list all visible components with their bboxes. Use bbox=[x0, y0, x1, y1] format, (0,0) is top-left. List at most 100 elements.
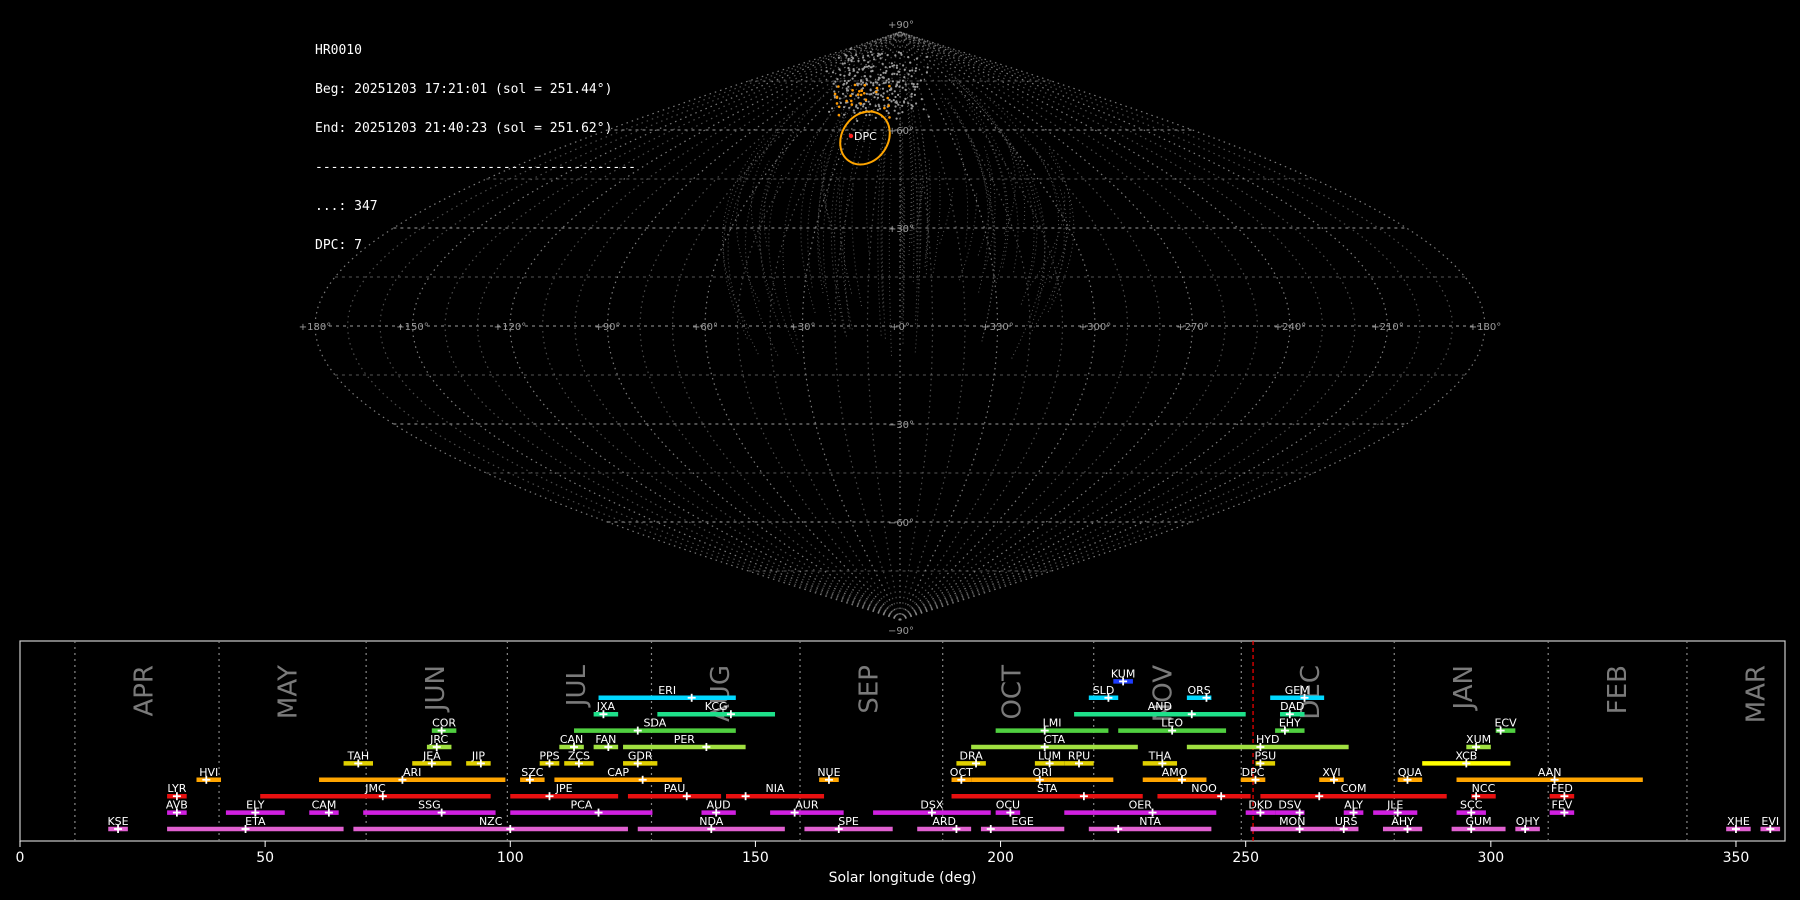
shower-code-label: DSV bbox=[1278, 799, 1301, 812]
longitude-label: +210° bbox=[1371, 322, 1403, 333]
shower-bar-group: SSG bbox=[363, 799, 496, 817]
shower-code-label: PER bbox=[674, 733, 696, 746]
shower-code-label: NTA bbox=[1139, 815, 1161, 828]
shower-code-label: NIA bbox=[766, 782, 785, 795]
radiant-point bbox=[894, 85, 898, 88]
radiant-track bbox=[901, 188, 903, 323]
shower-bar-group: DRA bbox=[956, 749, 986, 768]
radiant-point bbox=[857, 96, 860, 99]
shower-code-label: DPC bbox=[1242, 766, 1265, 779]
radiant-point bbox=[857, 59, 860, 63]
radiant-point bbox=[892, 99, 895, 102]
shower-code-label: FED bbox=[1551, 782, 1573, 795]
longitude-label: +330° bbox=[981, 322, 1013, 333]
shower-bar-group: GDR bbox=[623, 749, 658, 768]
shower-bar-group: FED bbox=[1549, 782, 1575, 801]
shower-code-label: ERI bbox=[658, 684, 676, 697]
month-label: NOV bbox=[1148, 665, 1178, 722]
shower-bar-group: PER bbox=[623, 733, 746, 751]
radiant-point bbox=[919, 79, 923, 82]
radiant-track bbox=[913, 137, 919, 325]
shower-bar-group: XHE bbox=[1726, 815, 1751, 833]
shower-bar-group: PCA bbox=[510, 799, 653, 817]
radiant-track bbox=[759, 133, 798, 328]
shower-bar-group: COM bbox=[1260, 782, 1447, 801]
shower-code-label: PAU bbox=[664, 782, 686, 795]
radiant-point bbox=[891, 73, 894, 76]
radiant-point bbox=[915, 57, 919, 60]
radiant-track bbox=[939, 94, 969, 247]
shower-code-label: CAM bbox=[312, 799, 337, 812]
shower-code-label: HVI bbox=[199, 766, 218, 779]
radiant-track bbox=[1034, 146, 1060, 298]
shower-bar-group: THA bbox=[1142, 749, 1178, 768]
month-label: OCT bbox=[997, 665, 1027, 720]
radiant-point bbox=[852, 109, 855, 112]
shower-code-label: NCC bbox=[1472, 782, 1496, 795]
radiant-point bbox=[856, 84, 859, 87]
radiant-point bbox=[899, 52, 903, 55]
radiant-point bbox=[915, 102, 918, 105]
radiant-point bbox=[877, 103, 880, 106]
radiant-point bbox=[838, 68, 841, 71]
month-label: SEP bbox=[855, 665, 885, 714]
highlight-radiant-point bbox=[875, 90, 878, 94]
shower-bar-group: JEA bbox=[412, 749, 452, 768]
radiant-point bbox=[851, 92, 854, 96]
shower-code-label: ECV bbox=[1494, 717, 1517, 730]
shower-code-label: LYR bbox=[167, 782, 186, 795]
shower-code-label: SCC bbox=[1460, 799, 1483, 812]
longitude-label: +240° bbox=[1274, 322, 1306, 333]
shower-bar-group: CTA bbox=[971, 733, 1138, 751]
radiant-point bbox=[920, 98, 923, 101]
shower-code-label: RPU bbox=[1068, 749, 1090, 762]
radiant-point bbox=[913, 88, 916, 91]
shower-code-label: SDA bbox=[644, 717, 667, 730]
shower-code-label: GEM bbox=[1285, 684, 1310, 697]
radiant-point bbox=[895, 66, 899, 69]
radiant-track bbox=[958, 191, 978, 281]
radiant-point bbox=[893, 64, 896, 67]
highlight-radiant-point bbox=[888, 84, 891, 88]
radiant-point bbox=[844, 95, 847, 98]
radiant-point bbox=[881, 62, 884, 65]
shower-code-label: GUM bbox=[1466, 815, 1492, 828]
radiant-track bbox=[881, 152, 886, 339]
longitude-label: +180° bbox=[299, 322, 331, 333]
radiant-point bbox=[897, 70, 900, 73]
radiant-track bbox=[865, 142, 871, 260]
radiant-point bbox=[865, 79, 869, 82]
radiant-point bbox=[861, 81, 865, 84]
radiant-point bbox=[831, 107, 834, 110]
radiant-point bbox=[882, 98, 885, 101]
radiant-track bbox=[970, 137, 989, 293]
radiant-point bbox=[925, 71, 929, 74]
shower-bar-group: ZCS bbox=[564, 749, 594, 768]
radiant-point bbox=[882, 82, 886, 85]
radiant-point bbox=[848, 106, 851, 109]
shower-bar-group: ARD bbox=[917, 815, 972, 833]
radiant-point bbox=[832, 82, 835, 85]
x-tick-label: 350 bbox=[1723, 850, 1750, 866]
radiant-point bbox=[852, 69, 856, 72]
shower-code-label: COM bbox=[1341, 782, 1367, 795]
shower-bar-group: AUD bbox=[701, 799, 736, 817]
shower-code-label: PPS bbox=[539, 749, 559, 762]
highlight-radiant-point bbox=[864, 98, 868, 102]
radiant-point bbox=[828, 110, 831, 113]
radiant-point bbox=[872, 65, 875, 68]
radiant-track bbox=[830, 173, 846, 333]
radiant-point bbox=[896, 81, 899, 84]
radiant-point bbox=[862, 56, 865, 59]
month-label: JAN bbox=[1449, 665, 1479, 711]
highlight-radiant-point bbox=[837, 85, 840, 88]
shower-code-label: OCT bbox=[950, 766, 973, 779]
radiant-track bbox=[843, 81, 879, 329]
shower-bar-group: SLD bbox=[1088, 684, 1119, 702]
radiant-point bbox=[843, 113, 846, 116]
radiant-point bbox=[890, 88, 893, 91]
radiant-point bbox=[891, 92, 894, 95]
radiant-point bbox=[907, 102, 910, 105]
radiant-point bbox=[876, 93, 880, 96]
shower-bar-group: PPS bbox=[539, 749, 560, 768]
